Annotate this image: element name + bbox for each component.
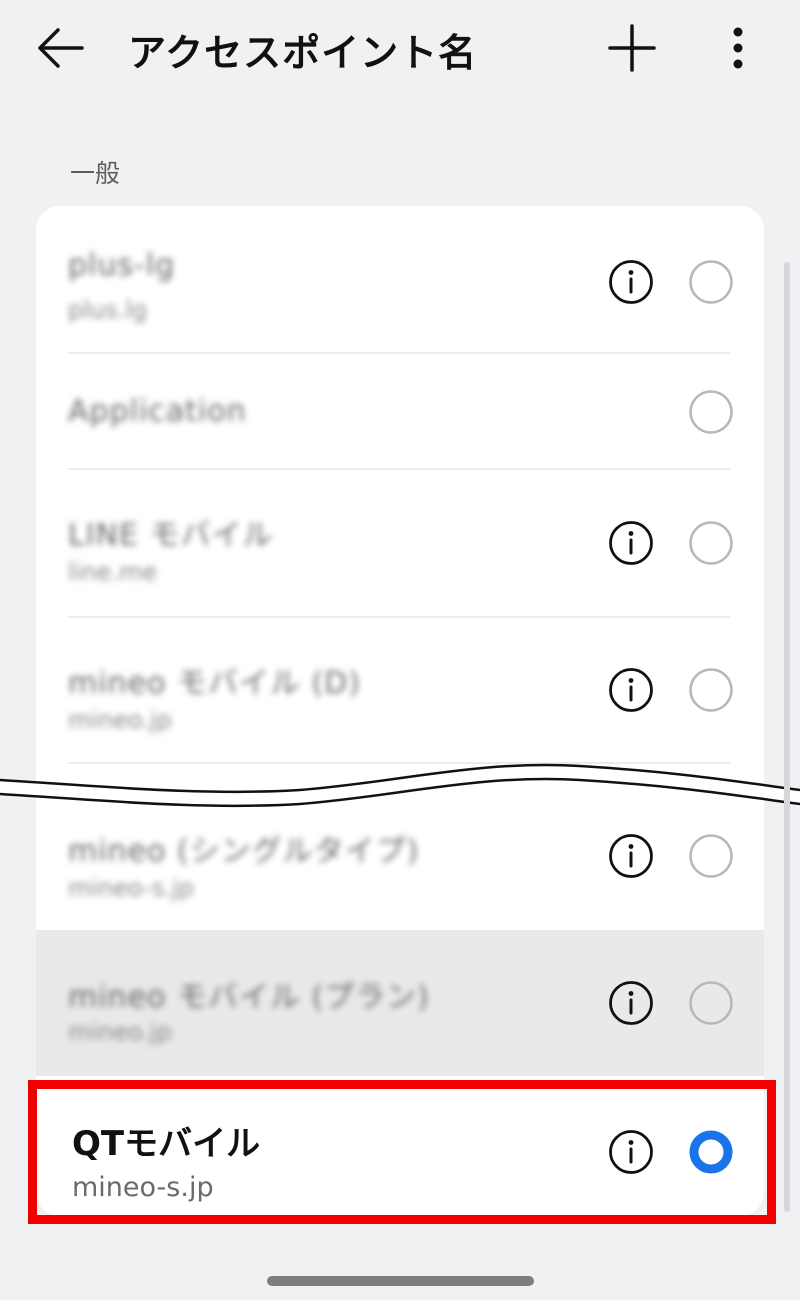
- info-icon: [609, 668, 653, 712]
- radio-unchecked-icon: [689, 668, 733, 712]
- apn-radio-button[interactable]: [688, 389, 734, 435]
- apn-name: QTモバイル: [72, 1124, 261, 1164]
- more-vert-icon: [733, 27, 743, 69]
- apn-radio-button[interactable]: [688, 1129, 734, 1175]
- apn-list-card: plus-lg plus.lg Application LINE モバイル li…: [36, 206, 764, 1216]
- apn-info-button[interactable]: [608, 667, 654, 713]
- apn-subtitle: mineo-s.jp: [68, 874, 194, 902]
- home-indicator[interactable]: [267, 1276, 534, 1286]
- apn-info-button[interactable]: [608, 833, 654, 879]
- apn-name: mineo (シングルタイプ): [68, 834, 420, 869]
- radio-unchecked-icon: [689, 260, 733, 304]
- apn-list-item[interactable]: mineo (シングルタイプ) mineo-s.jp: [36, 796, 764, 930]
- apn-radio-button[interactable]: [688, 259, 734, 305]
- radio-unchecked-icon: [689, 390, 733, 434]
- apn-subtitle: mineo.jp: [68, 706, 172, 734]
- arrow-left-icon: [38, 28, 84, 68]
- apn-name: mineo モバイル (プラン): [68, 980, 430, 1015]
- app-bar: アクセスポイント名: [0, 0, 800, 100]
- apn-list-item-selected[interactable]: QTモバイル mineo-s.jp: [36, 1076, 764, 1216]
- apn-list-item[interactable]: Application: [36, 354, 764, 470]
- apn-info-button[interactable]: [608, 259, 654, 305]
- apn-radio-button[interactable]: [688, 980, 734, 1026]
- apn-list-item[interactable]: LINE モバイル line.me: [36, 470, 764, 618]
- apn-subtitle: plus.lg: [68, 296, 148, 324]
- info-icon: [609, 260, 653, 304]
- apn-list-item[interactable]: plus-lg plus.lg: [36, 206, 764, 354]
- info-icon: [609, 521, 653, 565]
- radio-checked-icon: [689, 1130, 733, 1174]
- add-apn-button[interactable]: [604, 20, 660, 76]
- apn-subtitle: mineo.jp: [68, 1018, 172, 1046]
- more-options-button[interactable]: [712, 20, 764, 76]
- plus-icon: [608, 24, 656, 72]
- apn-name: LINE モバイル: [68, 518, 274, 553]
- info-icon: [609, 981, 653, 1025]
- apn-subtitle: mineo-s.jp: [72, 1172, 214, 1203]
- info-icon: [609, 1130, 653, 1174]
- apn-name: Application: [68, 394, 247, 429]
- scrollbar[interactable]: [784, 262, 790, 1212]
- apn-name: mineo モバイル (D): [68, 666, 361, 701]
- divider: [68, 762, 730, 764]
- apn-subtitle: line.me: [68, 558, 158, 586]
- apn-name: plus-lg: [68, 248, 176, 283]
- radio-unchecked-icon: [689, 981, 733, 1025]
- radio-unchecked-icon: [689, 834, 733, 878]
- info-icon: [609, 834, 653, 878]
- apn-list-item[interactable]: mineo モバイル (D) mineo.jp: [36, 618, 764, 764]
- page-title: アクセスポイント名: [128, 31, 478, 75]
- apn-list-item[interactable]: mineo モバイル (プラン) mineo.jp: [36, 930, 764, 1076]
- apn-radio-button[interactable]: [688, 520, 734, 566]
- section-header: 一般: [70, 159, 121, 188]
- apn-info-button[interactable]: [608, 980, 654, 1026]
- back-button[interactable]: [34, 20, 90, 76]
- apn-info-button[interactable]: [608, 1129, 654, 1175]
- radio-unchecked-icon: [689, 521, 733, 565]
- apn-info-button[interactable]: [608, 520, 654, 566]
- apn-radio-button[interactable]: [688, 833, 734, 879]
- apn-radio-button[interactable]: [688, 667, 734, 713]
